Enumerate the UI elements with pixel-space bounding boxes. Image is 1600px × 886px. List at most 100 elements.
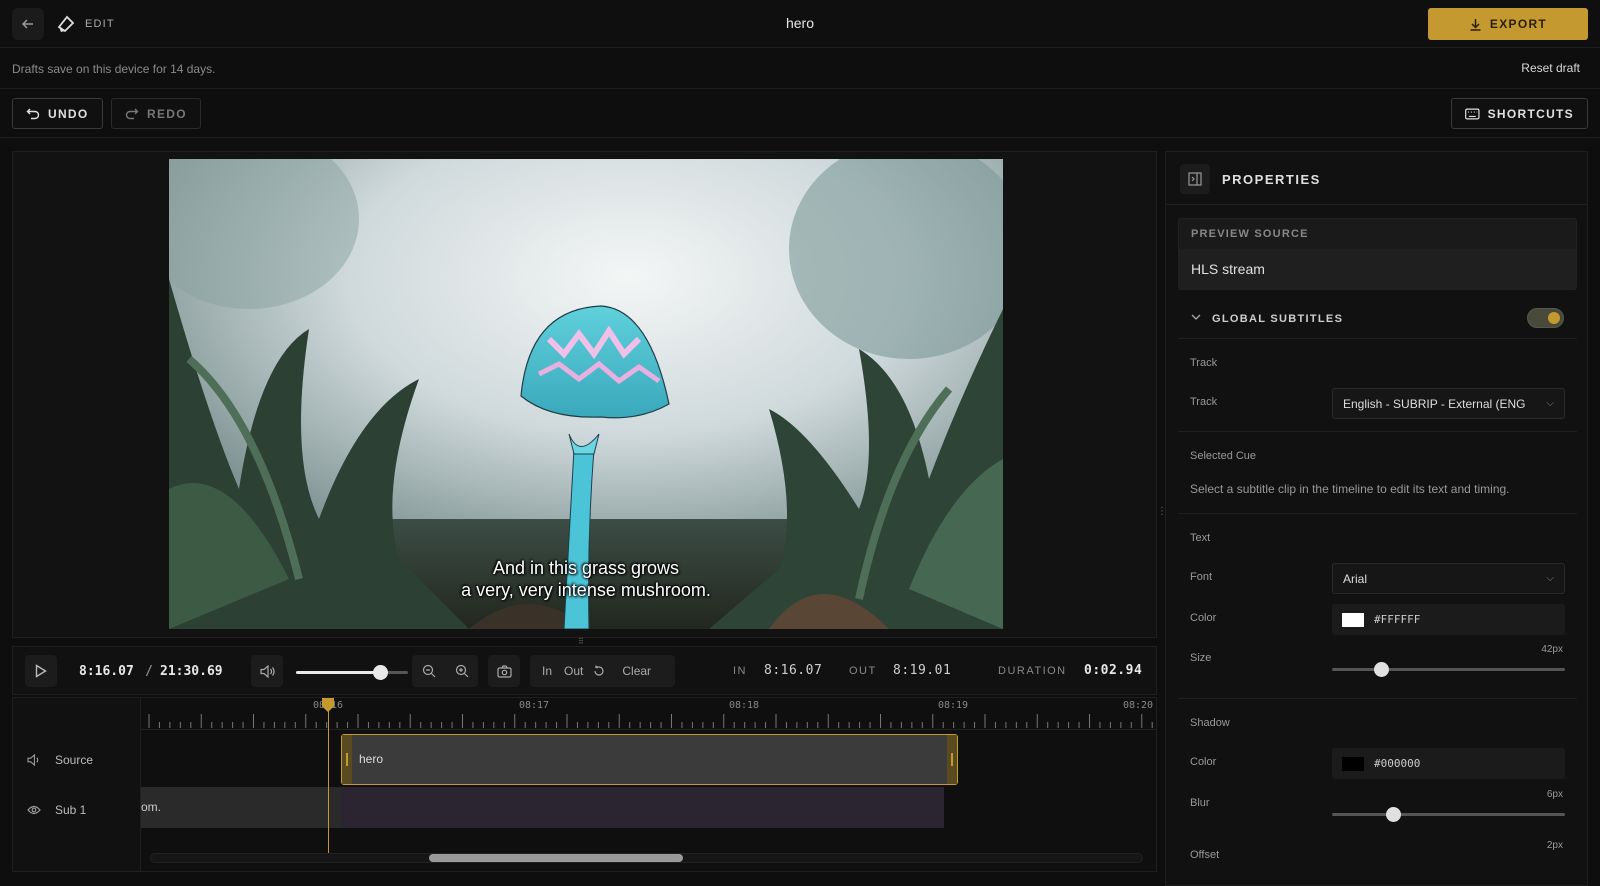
- volume-knob[interactable]: [373, 665, 388, 680]
- chevron-down-icon[interactable]: [1191, 313, 1201, 321]
- edit-logo-icon: [57, 15, 75, 33]
- offset-label: Offset: [1190, 849, 1220, 861]
- clear-button[interactable]: Clear: [591, 664, 663, 678]
- tick-label: 08:18: [728, 700, 760, 711]
- speaker-icon: [27, 754, 39, 766]
- export-label: EXPORT: [1489, 17, 1548, 31]
- track-field-label: Track: [1190, 396, 1218, 408]
- font-select[interactable]: Arial ⌵: [1332, 563, 1565, 594]
- zoom-in-icon: [455, 664, 468, 678]
- out-timecode-label: OUT: [849, 665, 877, 677]
- clip-trim-handle-left[interactable]: [342, 735, 352, 784]
- set-in-button[interactable]: In: [530, 664, 564, 678]
- text-color-label: Color: [1190, 612, 1217, 624]
- zoom-group: [412, 655, 478, 687]
- arrow-left-icon: [21, 19, 33, 29]
- font-select-value: Arial: [1343, 572, 1368, 586]
- zoom-in-button[interactable]: [445, 655, 478, 687]
- clip-trim-handle-right[interactable]: [947, 735, 957, 784]
- size-value: 42px: [1541, 644, 1563, 655]
- blur-label: Blur: [1190, 797, 1210, 809]
- track-select[interactable]: English - SUBRIP - External (ENG ⌵: [1332, 388, 1565, 419]
- shadow-color-picker[interactable]: #000000: [1332, 748, 1565, 779]
- timeline-scrollbar[interactable]: [150, 853, 1143, 863]
- camera-icon: [496, 664, 512, 678]
- duration-label: DURATION: [998, 665, 1067, 677]
- info-bar: Drafts save on this device for 14 days. …: [0, 48, 1600, 89]
- panel-collapse-icon: [1188, 172, 1202, 186]
- chevron-down-icon: ⌵: [1546, 398, 1554, 409]
- clear-label: Clear: [622, 664, 652, 678]
- duration-value: 0:02.94: [1084, 663, 1143, 678]
- blur-slider[interactable]: [1332, 807, 1565, 822]
- offset-value: 2px: [1546, 840, 1563, 851]
- shortcuts-button[interactable]: SHORTCUTS: [1451, 98, 1588, 129]
- properties-header: PROPERTIES: [1166, 152, 1587, 205]
- global-subtitles-title[interactable]: GLOBAL SUBTITLES: [1212, 313, 1343, 325]
- reset-icon: [594, 665, 604, 676]
- blur-value: 6px: [1546, 789, 1563, 800]
- shortcuts-label: SHORTCUTS: [1487, 106, 1574, 121]
- set-out-button[interactable]: Out: [564, 664, 591, 678]
- toolbar: UNDO REDO SHORTCUTS: [0, 89, 1600, 138]
- playhead[interactable]: [322, 698, 334, 858]
- text-color-swatch: [1342, 612, 1364, 627]
- video-frame[interactable]: And in this grass grows a very, very int…: [169, 159, 1003, 629]
- top-bar: EDIT hero EXPORT: [0, 0, 1600, 48]
- divider: [1178, 431, 1577, 432]
- subtitle-clip-text: om.: [141, 800, 162, 814]
- undo-button[interactable]: UNDO: [12, 98, 103, 129]
- divider: [1178, 698, 1577, 699]
- edit-label: EDIT: [85, 18, 115, 30]
- zoom-out-icon: [422, 664, 435, 678]
- preview-source-select[interactable]: HLS stream: [1179, 249, 1576, 289]
- export-button[interactable]: EXPORT: [1428, 8, 1588, 40]
- in-out-group: In Out Clear: [530, 655, 675, 687]
- tick-label: 08:17: [518, 700, 550, 711]
- shadow-color-value: #000000: [1374, 757, 1421, 770]
- speaker-icon: [259, 664, 275, 678]
- current-time: 8:16.07: [79, 664, 134, 679]
- chevron-down-icon: ⌵: [1546, 573, 1554, 584]
- subtitle-clip-previous[interactable]: om.: [141, 787, 341, 828]
- redo-button[interactable]: REDO: [111, 98, 201, 129]
- drafts-notice: Drafts save on this device for 14 days.: [12, 62, 216, 76]
- track-label-sub1: Sub 1: [55, 803, 87, 817]
- mute-button[interactable]: [251, 655, 283, 687]
- subtitle-clip-current[interactable]: [341, 787, 944, 828]
- volume-slider[interactable]: [296, 665, 408, 680]
- play-button[interactable]: [25, 655, 57, 687]
- properties-title: PROPERTIES: [1222, 172, 1321, 187]
- page-title: hero: [785, 15, 815, 31]
- size-slider-knob[interactable]: [1373, 662, 1389, 677]
- shadow-color-swatch: [1342, 756, 1364, 771]
- blur-slider-knob[interactable]: [1385, 807, 1401, 822]
- font-label: Font: [1190, 571, 1213, 583]
- preview-source-card: PREVIEW SOURCE HLS stream: [1178, 218, 1577, 290]
- video-preview-pane: And in this grass grows a very, very int…: [12, 151, 1157, 638]
- size-slider[interactable]: [1332, 662, 1565, 677]
- back-button[interactable]: [12, 8, 44, 40]
- toggle-panel-button[interactable]: [1180, 164, 1210, 194]
- snapshot-button[interactable]: [488, 655, 520, 687]
- text-color-picker[interactable]: #FFFFFF: [1332, 604, 1565, 635]
- reset-draft-link[interactable]: Reset draft: [1521, 61, 1580, 75]
- track-label-source: Source: [55, 753, 94, 767]
- zoom-out-button[interactable]: [412, 655, 445, 687]
- eye-icon: [27, 805, 41, 815]
- keyboard-icon: [1465, 108, 1480, 119]
- global-subtitles-toggle[interactable]: [1527, 308, 1564, 328]
- timeline-scroll-thumb[interactable]: [429, 854, 683, 862]
- selected-cue-label: Selected Cue: [1190, 450, 1257, 462]
- track-select-value: English - SUBRIP - External (ENG: [1343, 397, 1526, 411]
- track-section-label: Track: [1190, 357, 1218, 369]
- redo-label: REDO: [147, 106, 187, 121]
- track-header-source[interactable]: Source: [27, 753, 93, 767]
- play-icon: [35, 664, 47, 678]
- shadow-section-label: Shadow: [1190, 717, 1230, 729]
- in-timecode-label: IN: [733, 665, 747, 677]
- timeline-ruler[interactable]: 08:16 08:17 08:18 08:19 08:20: [141, 698, 1156, 730]
- preview-resize-handle[interactable]: ⠿: [578, 637, 590, 646]
- source-clip[interactable]: hero: [341, 734, 958, 785]
- track-header-sub1[interactable]: Sub 1: [27, 803, 86, 817]
